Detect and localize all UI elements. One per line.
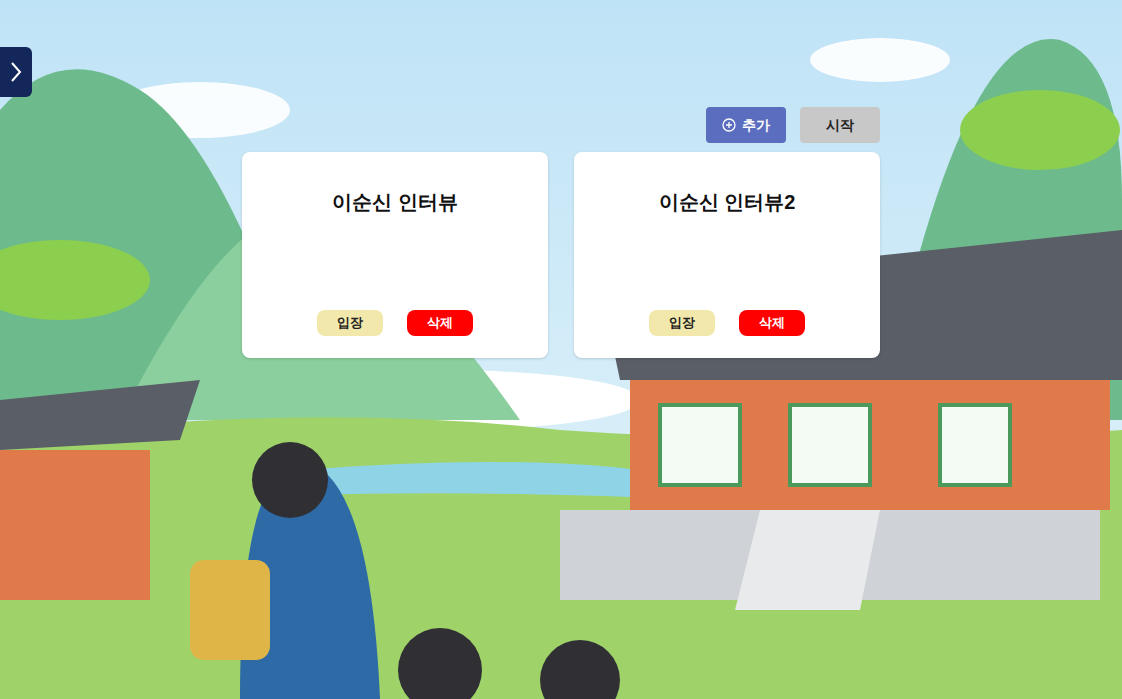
chevron-right-icon xyxy=(10,61,22,83)
button-label: 시작 xyxy=(826,115,854,136)
room-actions: 입장 삭제 xyxy=(649,310,805,336)
background-illustration xyxy=(0,0,1122,699)
room-list: 이순신 인터뷰입장 삭제 이순신 인터뷰2 입장 삭제 xyxy=(242,152,880,358)
enter-button[interactable]: 입장 xyxy=(649,310,715,336)
room-title: 이순신 인터뷰2 xyxy=(659,190,796,214)
start-button[interactable]: 시작 xyxy=(800,107,880,143)
plus-circle-icon xyxy=(722,118,736,132)
room-actions: 입장 삭제 xyxy=(317,310,473,336)
button-label: 추가 xyxy=(742,115,770,136)
delete-button[interactable]: 삭제 xyxy=(739,310,805,336)
room-title: 이순신 인터뷰 xyxy=(332,190,458,214)
sidebar-toggle[interactable] xyxy=(0,47,32,97)
delete-button[interactable]: 삭제 xyxy=(407,310,473,336)
room-card: 이순신 인터뷰입장 삭제 xyxy=(242,152,548,358)
enter-button[interactable]: 입장 xyxy=(317,310,383,336)
add-button[interactable]: 추가 xyxy=(706,107,786,143)
main-panel: 추가 시작 이순신 인터뷰입장 삭제 이순신 인터뷰2 입장 삭제 xyxy=(242,0,880,358)
room-card: 이순신 인터뷰2 입장 삭제 xyxy=(574,152,880,358)
toolbar: 추가 시작 xyxy=(242,107,880,143)
